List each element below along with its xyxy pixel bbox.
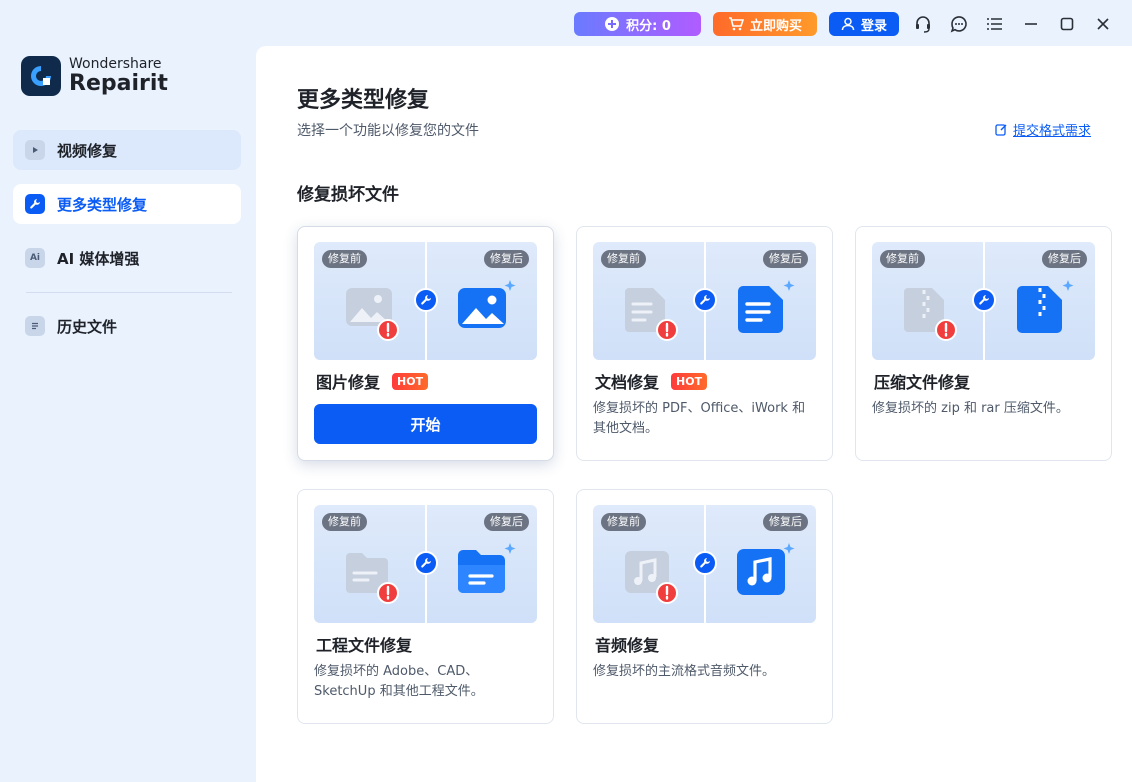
- card-audio-repair[interactable]: 修复前 修复后 音频修复 修复损坏的主流格式音频文件。: [576, 489, 833, 724]
- audio-icon: [737, 543, 795, 595]
- card-archive-repair[interactable]: 修复前 修复后 压缩文件修复 修复损坏的 zip 和 rar 压缩文件。: [855, 226, 1112, 461]
- card-preview: 修复前 修复后: [872, 242, 1095, 360]
- maximize-icon[interactable]: [1055, 12, 1079, 36]
- hot-badge: HOT: [392, 372, 429, 390]
- broken-audio-icon: [625, 551, 678, 604]
- title-bar: 积分: 0 立即购买 登录: [0, 0, 1132, 46]
- card-description: 修复损坏的主流格式音频文件。: [593, 664, 776, 679]
- video-icon: [25, 140, 45, 160]
- points-icon: [605, 17, 620, 31]
- user-icon: [841, 17, 855, 31]
- before-badge: 修复前: [601, 513, 646, 531]
- brand-name: Wondershare: [69, 56, 162, 72]
- sidebar-item-label: AI 媒体增强: [57, 249, 140, 268]
- page-title: 更多类型修复: [297, 88, 430, 113]
- wrench-icon: [414, 288, 438, 312]
- zip-icon: [1017, 280, 1074, 333]
- card-preview: 修复前 修复后: [314, 505, 537, 623]
- wrench-icon: [693, 551, 717, 575]
- after-badge: 修复后: [763, 513, 808, 531]
- sidebar-item-more-repair[interactable]: 更多类型修复: [13, 184, 241, 224]
- hot-badge: HOT: [671, 372, 708, 390]
- minimize-icon[interactable]: [1019, 12, 1043, 36]
- submit-format-request-link[interactable]: 提交格式需求: [995, 120, 1091, 139]
- sidebar-item-video-repair[interactable]: 视频修复: [13, 130, 241, 170]
- repairit-logo-icon: [21, 56, 61, 96]
- card-description: 修复损坏的 PDF、Office、iWork 和其他文档。: [593, 401, 806, 436]
- sidebar-item-label: 视频修复: [57, 141, 118, 160]
- sidebar-item-history[interactable]: 历史文件: [13, 306, 241, 346]
- ai-icon: Ai: [25, 248, 45, 268]
- document-icon: [738, 280, 795, 333]
- card-document-repair[interactable]: 修复前 修复后 文档修复 HOT 修复损坏的 PDF、Office、iWork …: [576, 226, 833, 461]
- card-title: 图片修复: [316, 373, 381, 392]
- before-badge: 修复前: [880, 250, 925, 268]
- after-badge: 修复后: [484, 250, 529, 268]
- close-icon[interactable]: [1091, 12, 1115, 36]
- sidebar-item-label: 更多类型修复: [57, 195, 148, 214]
- section-title: 修复损坏文件: [297, 185, 399, 205]
- image-icon: [458, 280, 516, 328]
- folder-icon: [458, 543, 516, 593]
- history-icon: [25, 316, 45, 336]
- menu-icon[interactable]: [983, 12, 1007, 36]
- broken-folder-icon: [346, 553, 399, 604]
- points-button[interactable]: 积分: 0: [574, 12, 701, 36]
- card-title: 压缩文件修复: [874, 373, 971, 392]
- buy-now-label: 立即购买: [749, 18, 802, 34]
- before-badge: 修复前: [601, 250, 646, 268]
- card-title: 音频修复: [595, 636, 660, 655]
- points-label: 积分: 0: [626, 18, 671, 34]
- wrench-icon: [25, 194, 45, 214]
- after-badge: 修复后: [763, 250, 808, 268]
- broken-zip-icon: [904, 288, 957, 341]
- main-panel: 更多类型修复 选择一个功能以修复您的文件 提交格式需求 修复损坏文件 修复前 修…: [256, 46, 1132, 782]
- card-title: 文档修复: [595, 373, 660, 392]
- before-badge: 修复前: [322, 250, 367, 268]
- wrench-icon: [693, 288, 717, 312]
- after-badge: 修复后: [1042, 250, 1087, 268]
- card-description: 修复损坏的 Adobe、CAD、SketchUp 和其他工程文件。: [314, 664, 484, 699]
- wrench-icon: [972, 288, 996, 312]
- headset-icon[interactable]: [911, 12, 935, 36]
- card-title: 工程文件修复: [316, 636, 413, 655]
- page-subtitle: 选择一个功能以修复您的文件: [297, 123, 479, 139]
- buy-now-button[interactable]: 立即购买: [713, 12, 817, 36]
- broken-document-icon: [625, 288, 678, 341]
- card-description: 修复损坏的 zip 和 rar 压缩文件。: [872, 401, 1069, 416]
- card-image-repair[interactable]: 修复前 修复后 图片修复 HOT 开始: [297, 226, 554, 461]
- before-badge: 修复前: [322, 513, 367, 531]
- sidebar-item-label: 历史文件: [57, 317, 118, 336]
- card-preview: 修复前 修复后: [314, 242, 537, 360]
- cart-icon: [728, 17, 744, 31]
- product-name: Repairit: [69, 71, 168, 96]
- card-preview: 修复前 修复后: [593, 242, 816, 360]
- start-button[interactable]: 开始: [314, 404, 537, 444]
- login-label: 登录: [860, 18, 887, 34]
- wrench-icon: [414, 551, 438, 575]
- sidebar-item-ai-enhance[interactable]: Ai AI 媒体增强: [13, 238, 241, 278]
- sidebar-divider: [26, 292, 232, 293]
- card-preview: 修复前 修复后: [593, 505, 816, 623]
- login-button[interactable]: 登录: [829, 12, 899, 36]
- app-logo: Wondershare Repairit: [21, 56, 168, 96]
- edit-icon: [995, 124, 1007, 136]
- after-badge: 修复后: [484, 513, 529, 531]
- chat-icon[interactable]: [947, 12, 971, 36]
- card-project-file-repair[interactable]: 修复前 修复后 工程文件修复 修复损坏的 Adobe、CAD、SketchUp …: [297, 489, 554, 724]
- broken-image-icon: [346, 288, 399, 341]
